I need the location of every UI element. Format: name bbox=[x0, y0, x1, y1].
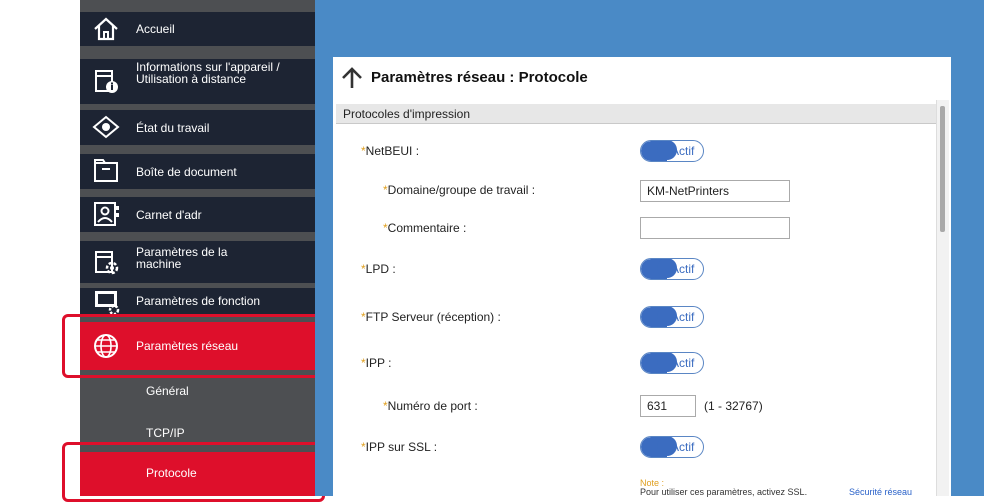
subnav-tcpip[interactable]: TCP/IP bbox=[80, 424, 315, 444]
nav-job-status[interactable]: État du travail bbox=[80, 110, 315, 145]
ipp-toggle-label: Actif bbox=[671, 356, 695, 370]
domain-label: *Domaine/groupe de travail : bbox=[383, 183, 536, 197]
netbeui-toggle[interactable]: Actif bbox=[640, 140, 704, 162]
nav-document-box-label: Boîte de document bbox=[136, 165, 237, 179]
page-title: Paramètres réseau : Protocole bbox=[371, 69, 588, 86]
port-range: (1 - 32767) bbox=[704, 399, 763, 413]
lpd-label: *LPD : bbox=[361, 262, 396, 276]
eye-icon bbox=[92, 113, 120, 141]
subnav-general-label: Général bbox=[146, 384, 189, 398]
lpd-toggle-label: Actif bbox=[671, 262, 695, 276]
ipp-ssl-toggle[interactable]: Actif bbox=[640, 436, 704, 458]
netbeui-toggle-label: Actif bbox=[671, 144, 695, 158]
highlight-network-settings bbox=[62, 314, 325, 378]
nav-device-info[interactable]: Informations sur l'appareil / Utilisatio… bbox=[80, 59, 315, 104]
nav-function-settings-label: Paramètres de fonction bbox=[136, 294, 261, 308]
ipp-ssl-label: *IPP sur SSL : bbox=[361, 440, 438, 454]
nav-address-book-label: Carnet d'adr bbox=[136, 208, 202, 222]
nav-address-book[interactable]: Carnet d'adr bbox=[80, 197, 315, 232]
ftp-toggle[interactable]: Actif bbox=[640, 306, 704, 328]
ftp-toggle-label: Actif bbox=[671, 310, 695, 324]
port-input[interactable] bbox=[640, 395, 696, 417]
sidebar: Accueil Informations sur l'appareil / Ut… bbox=[80, 0, 315, 496]
highlight-protocol bbox=[62, 442, 325, 502]
nav-job-status-label: État du travail bbox=[136, 121, 210, 135]
netbeui-label: *NetBEUI : bbox=[361, 144, 420, 158]
nav-home[interactable]: Accueil bbox=[80, 12, 315, 46]
subnav-general[interactable]: Général bbox=[80, 382, 315, 402]
port-label: *Numéro de port : bbox=[383, 399, 478, 413]
address-book-icon bbox=[92, 200, 120, 228]
section-title: Protocoles d'impression bbox=[343, 107, 471, 121]
nav-machine-settings-label: Paramètres de la machine bbox=[136, 245, 228, 271]
nav-document-box[interactable]: Boîte de document bbox=[80, 154, 315, 189]
comment-input[interactable] bbox=[640, 217, 790, 239]
ipp-toggle[interactable]: Actif bbox=[640, 352, 704, 374]
content-scrollbar[interactable] bbox=[936, 100, 949, 496]
nav-function-settings[interactable]: Paramètres de fonction bbox=[80, 288, 315, 316]
domain-input[interactable] bbox=[640, 180, 790, 202]
device-info-icon bbox=[92, 67, 120, 95]
ipp-label: *IPP : bbox=[361, 356, 392, 370]
function-settings-icon bbox=[92, 288, 120, 316]
nav-machine-settings[interactable]: Paramètres de la machine bbox=[80, 241, 315, 283]
scrollbar-thumb[interactable] bbox=[940, 106, 945, 232]
home-icon bbox=[92, 15, 120, 43]
section-header: Protocoles d'impression bbox=[336, 104, 936, 124]
document-box-icon bbox=[92, 157, 120, 185]
lpd-toggle[interactable]: Actif bbox=[640, 258, 704, 280]
nav-home-label: Accueil bbox=[136, 22, 175, 36]
ipp-ssl-toggle-label: Actif bbox=[671, 440, 695, 454]
up-arrow-icon[interactable] bbox=[340, 67, 364, 89]
comment-label: *Commentaire : bbox=[383, 221, 467, 235]
machine-settings-icon bbox=[92, 248, 120, 276]
ftp-label: *FTP Serveur (réception) : bbox=[361, 310, 501, 324]
nav-device-info-label: Informations sur l'appareil / Utilisatio… bbox=[136, 60, 280, 86]
subnav-tcpip-label: TCP/IP bbox=[146, 426, 185, 440]
